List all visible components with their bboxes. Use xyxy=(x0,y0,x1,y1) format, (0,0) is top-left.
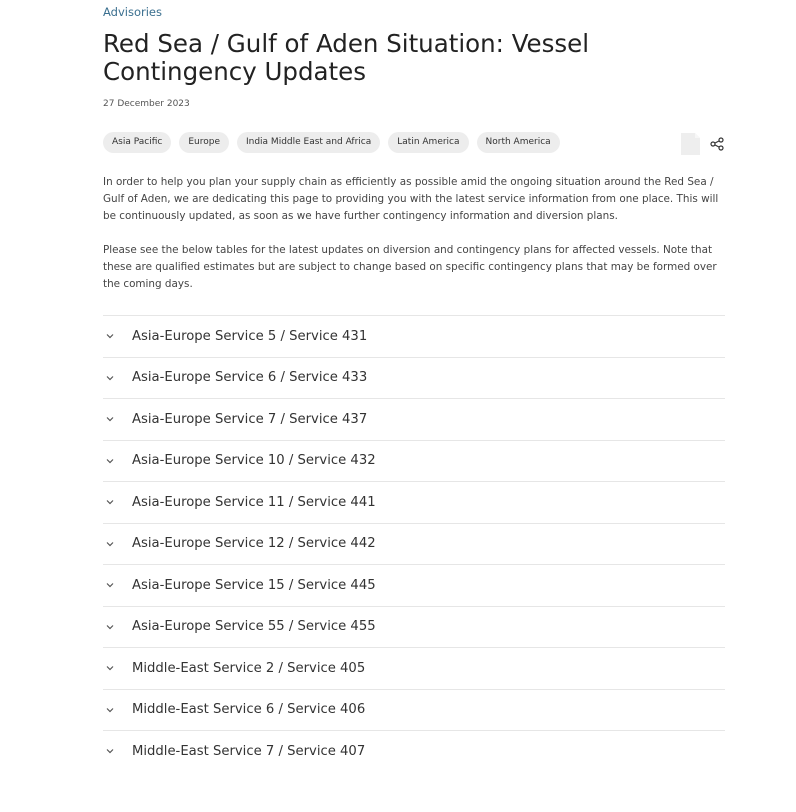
accordion-item-label: Asia-Europe Service 10 / Service 432 xyxy=(132,453,376,469)
chevron-down-icon xyxy=(106,375,114,381)
accordion-item-ae6[interactable]: Asia-Europe Service 6 / Service 433 xyxy=(103,356,725,399)
page-title: Red Sea / Gulf of Aden Situation: Vessel… xyxy=(103,29,590,86)
chevron-down-icon xyxy=(106,500,114,505)
tag-europe[interactable]: Europe xyxy=(179,132,229,153)
tag-latin-america[interactable]: Latin America xyxy=(388,132,469,153)
advisory-page: Advisories Red Sea / Gulf of Aden Situat… xyxy=(0,0,796,812)
chevron-down-icon xyxy=(106,583,114,588)
accordion-item-ae10[interactable]: Asia-Europe Service 10 / Service 432 xyxy=(103,439,725,482)
accordion-item-ae7[interactable]: Asia-Europe Service 7 / Service 437 xyxy=(103,398,725,440)
chevron-down-icon xyxy=(106,334,114,339)
share-icon[interactable] xyxy=(710,137,724,151)
tag-india-middle-east-africa[interactable]: India Middle East and Africa xyxy=(236,132,381,153)
accordion-item-label: Middle-East Service 7 / Service 407 xyxy=(132,743,366,759)
service-accordion: Asia-Europe Service 5 / Service 431 Asia… xyxy=(103,315,725,772)
region-tags: Asia Pacific Europe India Middle East an… xyxy=(103,132,560,153)
accordion-item-label: Asia-Europe Service 5 / Service 431 xyxy=(132,328,368,344)
accordion-item-label: Asia-Europe Service 15 / Service 445 xyxy=(132,577,376,593)
accordion-item-label: Asia-Europe Service 55 / Service 455 xyxy=(132,619,376,635)
accordion-item-label: Asia-Europe Service 7 / Service 437 xyxy=(132,411,368,427)
document-icon xyxy=(681,133,700,155)
accordion-item-label: Asia-Europe Service 6 / Service 433 xyxy=(132,370,368,386)
chevron-down-icon xyxy=(106,624,114,630)
accordion-item-ae55[interactable]: Asia-Europe Service 55 / Service 455 xyxy=(103,605,725,648)
accordion-item-label: Asia-Europe Service 11 / Service 441 xyxy=(132,494,376,510)
publish-date: 27 December 2023 xyxy=(103,99,190,109)
chevron-down-icon xyxy=(106,749,114,754)
accordion-item-me2[interactable]: Middle-East Service 2 / Service 405 xyxy=(103,647,725,689)
accordion-item-label: Asia-Europe Service 12 / Service 442 xyxy=(132,536,376,552)
accordion-item-label: Middle-East Service 6 / Service 406 xyxy=(132,702,366,718)
accordion-item-label: Middle-East Service 2 / Service 405 xyxy=(132,660,366,676)
chevron-down-icon xyxy=(106,541,114,547)
accordion-item-ae5[interactable]: Asia-Europe Service 5 / Service 431 xyxy=(103,315,725,357)
tag-north-america[interactable]: North America xyxy=(476,132,560,153)
chevron-down-icon xyxy=(106,458,114,464)
intro-paragraph-2: Please see the below tables for the late… xyxy=(103,244,717,290)
accordion-item-me6[interactable]: Middle-East Service 6 / Service 406 xyxy=(103,688,725,731)
chevron-down-icon xyxy=(106,707,114,713)
accordion-item-ae11[interactable]: Asia-Europe Service 11 / Service 441 xyxy=(103,481,725,523)
breadcrumb-advisories[interactable]: Advisories xyxy=(103,5,162,19)
tag-asia-pacific[interactable]: Asia Pacific xyxy=(103,132,172,153)
accordion-item-ae15[interactable]: Asia-Europe Service 15 / Service 445 xyxy=(103,564,725,606)
chevron-down-icon xyxy=(106,666,114,671)
intro-paragraph-1: In order to help you plan your supply ch… xyxy=(103,176,719,222)
accordion-item-ae12[interactable]: Asia-Europe Service 12 / Service 442 xyxy=(103,522,725,565)
chevron-down-icon xyxy=(106,417,114,422)
accordion-item-me7[interactable]: Middle-East Service 7 / Service 407 xyxy=(103,730,725,772)
